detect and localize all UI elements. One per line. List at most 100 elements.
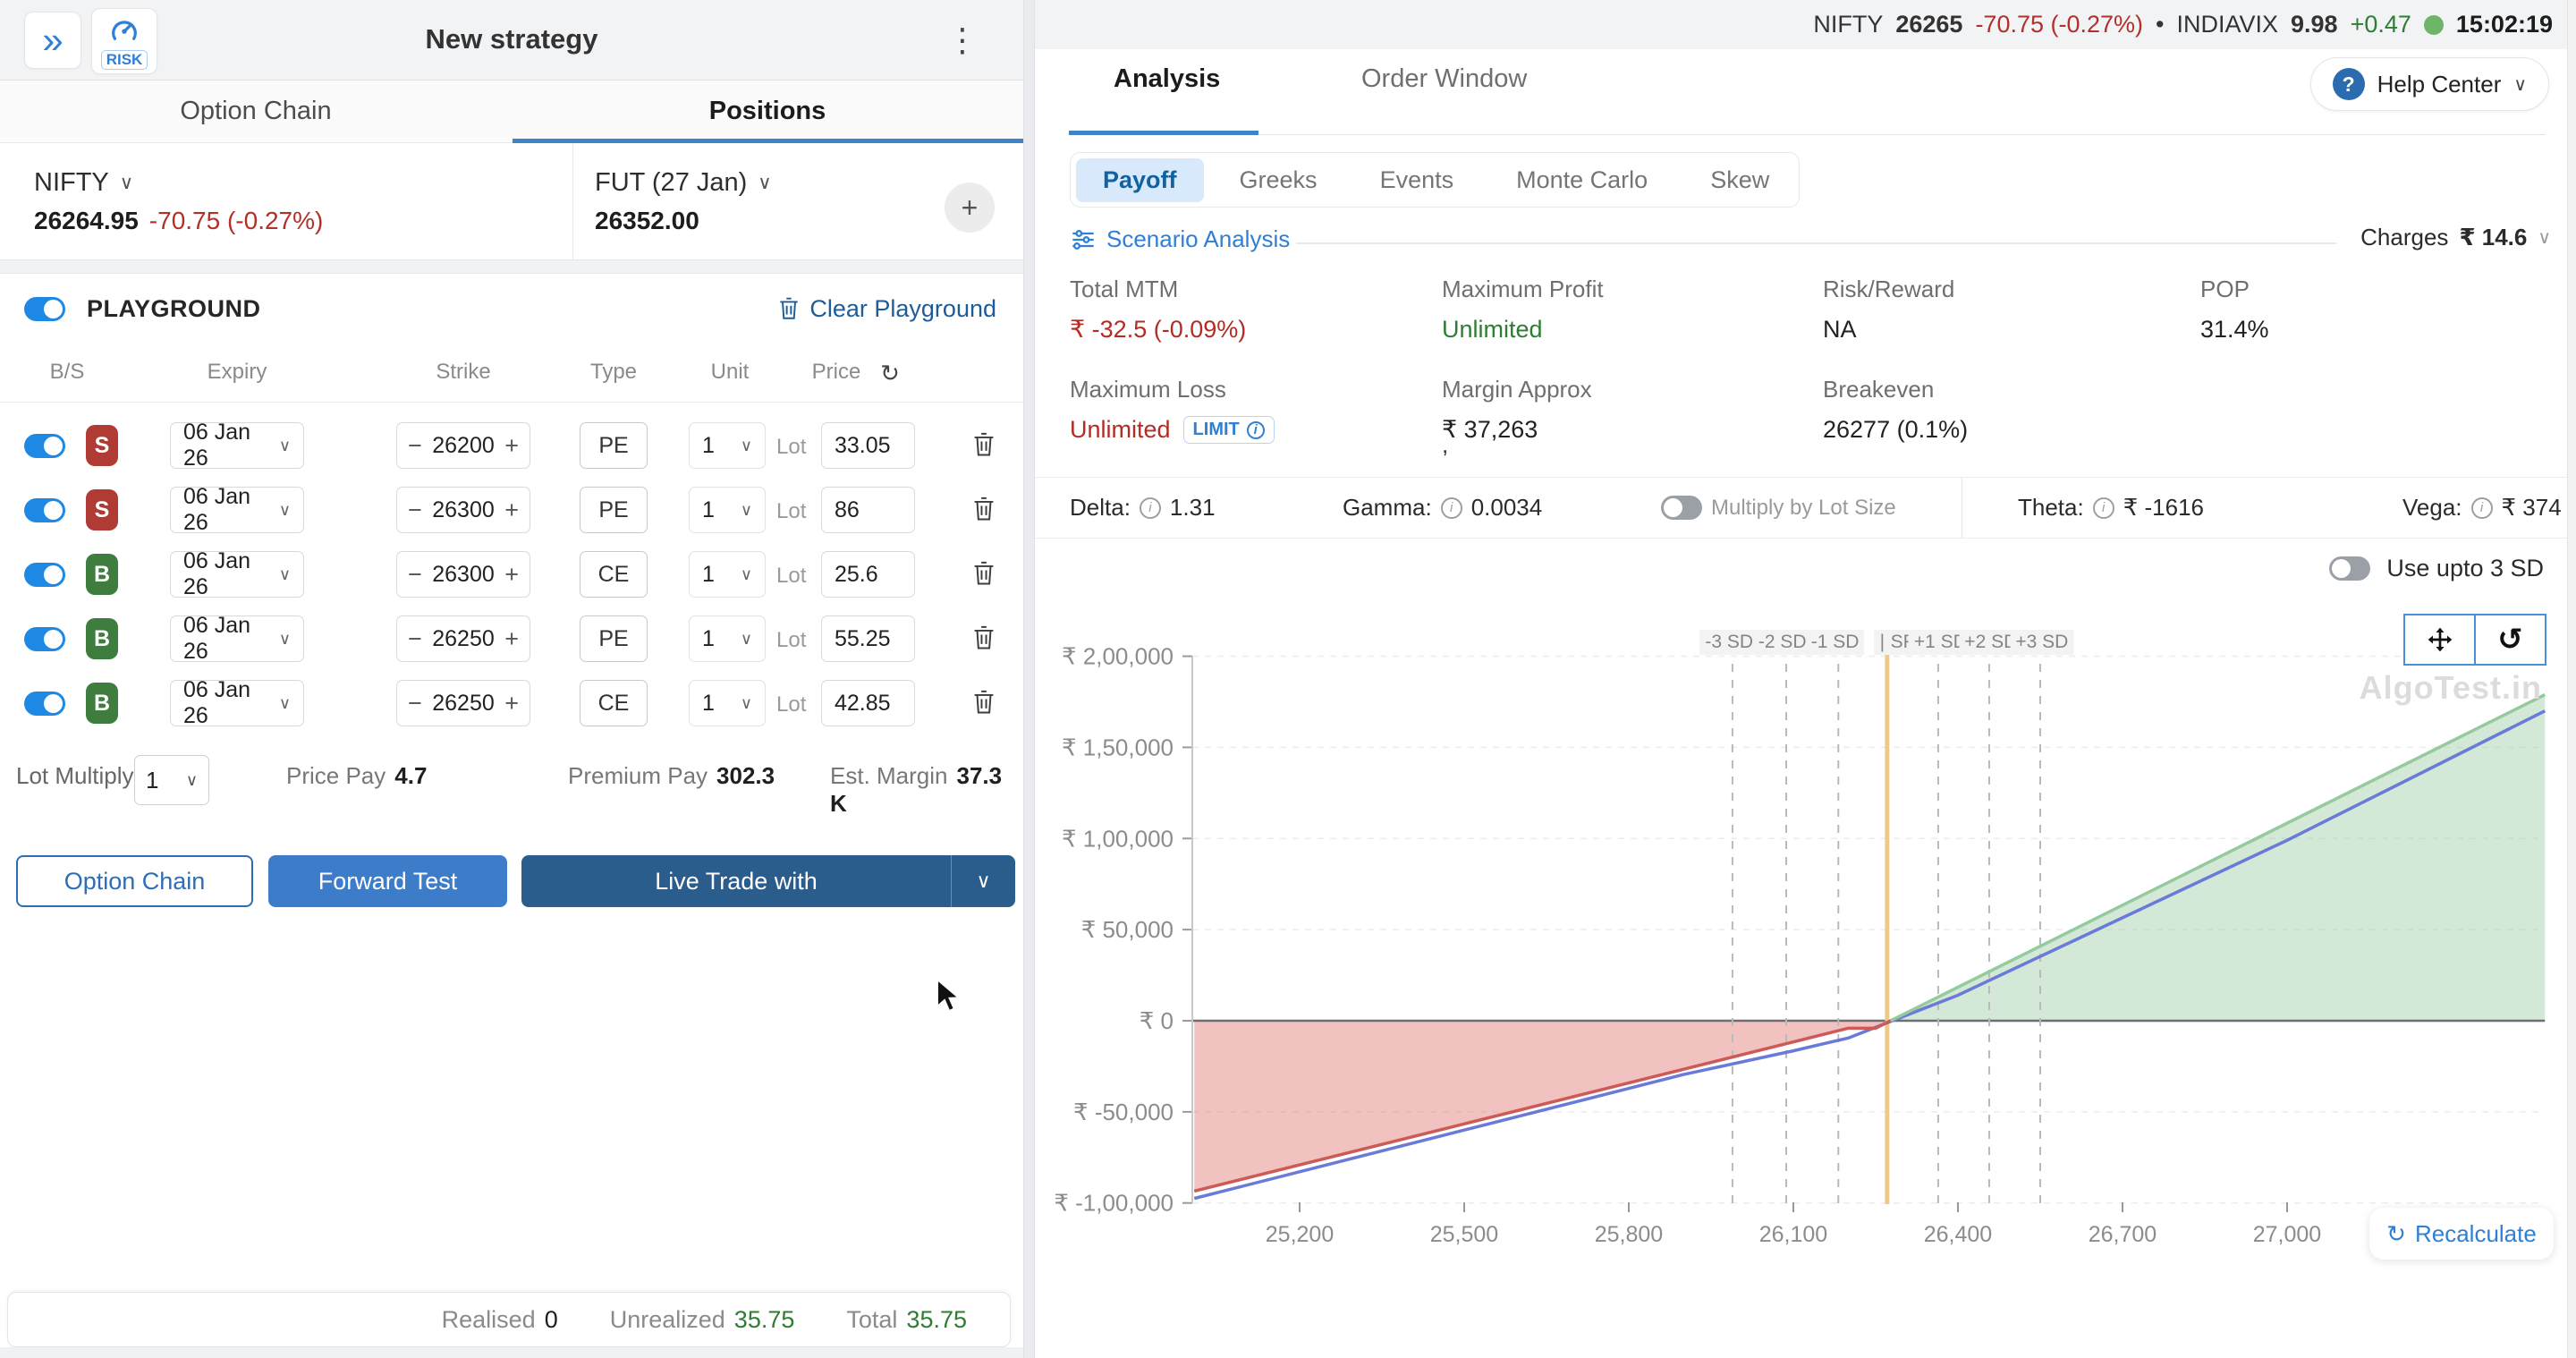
info-icon[interactable]: i [1140, 497, 1161, 519]
expiry-select[interactable]: 06 Jan 26∨ [170, 422, 304, 469]
refresh-icon: ↻ [2386, 1220, 2406, 1248]
recalculate-button[interactable]: ↻ Recalculate [2369, 1208, 2554, 1260]
unit-select[interactable]: 1∨ [689, 551, 766, 598]
price-input[interactable]: 55.25 [821, 615, 915, 662]
leg-enabled-toggle[interactable] [24, 692, 65, 716]
side-badge[interactable]: S [86, 425, 118, 466]
add-instrument-button[interactable]: + [945, 182, 995, 233]
info-icon[interactable]: i [2471, 497, 2493, 519]
question-icon: ? [2333, 68, 2365, 100]
clear-playground-label: Clear Playground [809, 295, 996, 323]
option-type[interactable]: CE [580, 680, 648, 726]
leg-enabled-toggle[interactable] [24, 434, 65, 458]
future-selector[interactable]: FUT (27 Jan) ∨ [595, 168, 772, 198]
instrument-future: FUT (27 Jan) ∨ 26352.00 [572, 143, 772, 259]
strike-increment[interactable]: + [504, 561, 519, 589]
side-badge[interactable]: B [86, 618, 118, 659]
strike-decrement[interactable]: − [408, 561, 422, 589]
multiply-lot-size-toggle[interactable] [1661, 496, 1702, 520]
playground-bar: PLAYGROUND Clear Playground [0, 274, 1023, 344]
strike-increment[interactable]: + [504, 625, 519, 653]
subtab-skew[interactable]: Skew [1683, 158, 1796, 202]
strike-decrement[interactable]: − [408, 690, 422, 717]
price-input[interactable]: 42.85 [821, 680, 915, 726]
subtab-greeks[interactable]: Greeks [1213, 158, 1344, 202]
strategy-panel: » RISK New strategy ⋮ Option Chain Posit… [0, 0, 1023, 1358]
strike-decrement[interactable]: − [408, 432, 422, 460]
info-icon[interactable]: i [2093, 497, 2114, 519]
unit-select[interactable]: 1∨ [689, 487, 766, 533]
reset-chart-button[interactable]: ↺ [2475, 614, 2546, 666]
leg-enabled-toggle[interactable] [24, 627, 65, 651]
strike-decrement[interactable]: − [408, 625, 422, 653]
live-trade-dropdown[interactable]: ∨ [951, 855, 1015, 907]
side-badge[interactable]: B [86, 554, 118, 595]
clear-playground-button[interactable]: Clear Playground [777, 295, 996, 323]
lot-multiply-select[interactable]: 1 ∨ [134, 755, 209, 805]
subtab-payoff[interactable]: Payoff [1076, 158, 1204, 202]
expiry-select[interactable]: 06 Jan 26∨ [170, 487, 304, 533]
side-badge[interactable]: B [86, 683, 118, 724]
chevron-down-icon: ∨ [120, 172, 133, 194]
instrument-selector[interactable]: NIFTY ∨ [34, 168, 572, 198]
kebab-menu-icon[interactable]: ⋮ [946, 21, 979, 59]
tab-analysis[interactable]: Analysis [1114, 64, 1220, 94]
strike-increment[interactable]: + [504, 497, 519, 524]
option-type[interactable]: PE [580, 615, 648, 662]
payoff-chart[interactable]: ₹ 2,00,000₹ 1,50,000₹ 1,00,000₹ 50,000₹ … [1038, 590, 2576, 1270]
subtab-monte-carlo[interactable]: Monte Carlo [1489, 158, 1674, 202]
unit-select[interactable]: 1∨ [689, 615, 766, 662]
tab-option-chain[interactable]: Option Chain [0, 81, 512, 142]
expiry-select[interactable]: 06 Jan 26∨ [170, 615, 304, 662]
playground-toggle[interactable] [24, 297, 65, 321]
strike-value[interactable]: 26200 [432, 433, 495, 459]
price-input[interactable]: 33.05 [821, 422, 915, 469]
ticker-time: 15:02:19 [2456, 11, 2553, 38]
price-input[interactable]: 25.6 [821, 551, 915, 598]
strike-stepper: − 26300 + [396, 551, 530, 598]
info-icon[interactable]: i [1441, 497, 1462, 519]
strategy-tabs: Option Chain Positions [0, 81, 1023, 143]
option-type[interactable]: PE [580, 487, 648, 533]
trash-icon[interactable] [971, 496, 1000, 526]
strike-value[interactable]: 26250 [432, 691, 495, 717]
panel-divider[interactable] [1023, 0, 1035, 1358]
tab-order-window[interactable]: Order Window [1361, 64, 1527, 94]
trash-icon[interactable] [971, 689, 1000, 719]
strike-value[interactable]: 26300 [432, 497, 495, 523]
subtab-events[interactable]: Events [1353, 158, 1481, 202]
refresh-prices-icon[interactable]: ↻ [880, 360, 900, 387]
strike-increment[interactable]: + [504, 432, 519, 460]
est-margin-label: Est. Margin [830, 762, 948, 789]
tab-positions[interactable]: Positions [512, 81, 1023, 142]
strike-value[interactable]: 26250 [432, 626, 495, 652]
use-3sd-toggle[interactable] [2329, 556, 2370, 581]
help-center-button[interactable]: ? Help Center ∨ [2310, 57, 2549, 111]
expiry-select[interactable]: 06 Jan 26∨ [170, 551, 304, 598]
trash-icon [777, 296, 801, 321]
unit-select[interactable]: 1∨ [689, 422, 766, 469]
strike-increment[interactable]: + [504, 690, 519, 717]
live-trade-button[interactable]: Live Trade with ∨ [521, 855, 1015, 907]
limit-badge[interactable]: LIMIT i [1183, 416, 1275, 444]
expiry-select[interactable]: 06 Jan 26∨ [170, 680, 304, 726]
scrollbar[interactable] [2567, 0, 2576, 1358]
strike-decrement[interactable]: − [408, 497, 422, 524]
trash-icon[interactable] [971, 431, 1000, 462]
forward-test-button[interactable]: Forward Test [268, 855, 507, 907]
pan-chart-button[interactable] [2403, 614, 2475, 666]
option-chain-button[interactable]: Option Chain [16, 855, 253, 907]
leg-enabled-toggle[interactable] [24, 563, 65, 587]
playground-label: PLAYGROUND [87, 295, 261, 323]
charges-dropdown[interactable]: Charges ₹ 14.6 ∨ [2360, 224, 2551, 251]
side-badge[interactable]: S [86, 489, 118, 530]
trash-icon[interactable] [971, 624, 1000, 655]
price-input[interactable]: 86 [821, 487, 915, 533]
unit-select[interactable]: 1∨ [689, 680, 766, 726]
option-type[interactable]: CE [580, 551, 648, 598]
strike-value[interactable]: 26300 [432, 562, 495, 588]
option-type[interactable]: PE [580, 422, 648, 469]
leg-enabled-toggle[interactable] [24, 498, 65, 522]
scenario-analysis-link[interactable]: Scenario Analysis [1071, 225, 1290, 253]
trash-icon[interactable] [971, 560, 1000, 590]
